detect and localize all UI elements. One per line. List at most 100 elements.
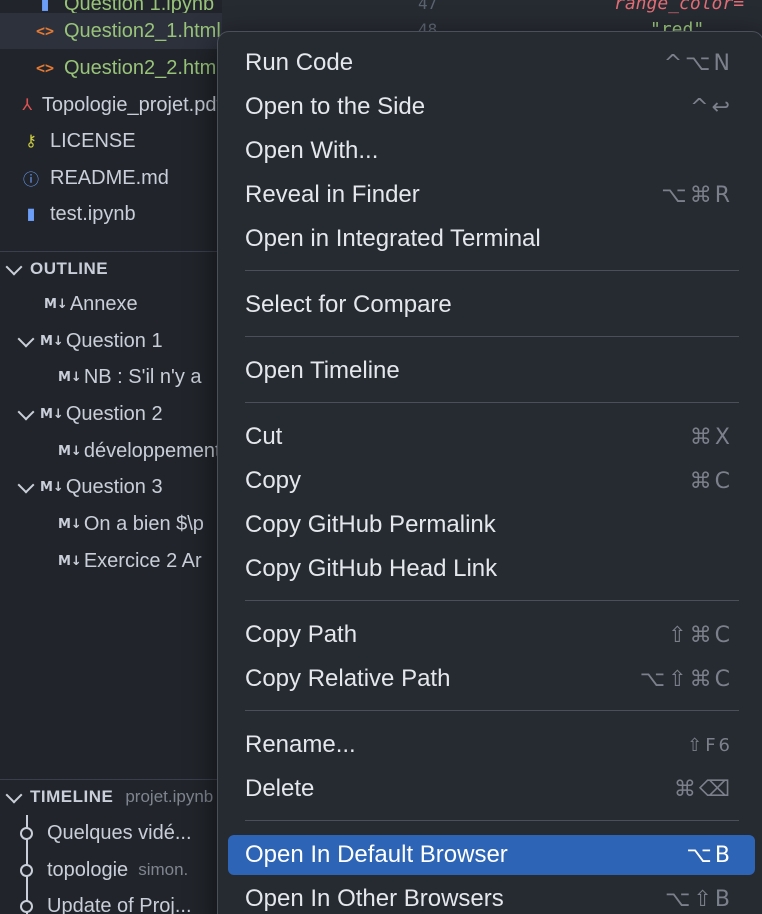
menu-item-label: Open in Integrated Terminal	[245, 225, 541, 252]
timeline-title: TIMELINE	[30, 787, 114, 806]
menu-item-label: Open In Other Browsers	[245, 885, 504, 912]
file-item[interactable]: ▮ test.ipynb	[0, 196, 222, 232]
file-item[interactable]: <> Question2_1.html	[0, 13, 222, 49]
menu-item-open-to-side[interactable]: Open to the Side ^↩	[228, 87, 755, 127]
menu-item-reveal-in-finder[interactable]: Reveal in Finder ⌥⌘R	[228, 175, 755, 215]
file-name: test.ipynb	[50, 202, 136, 225]
menu-item-copy[interactable]: Copy ⌘C	[228, 461, 755, 501]
menu-item-label: Copy Relative Path	[245, 665, 451, 692]
menu-item-cut[interactable]: Cut ⌘X	[228, 417, 755, 457]
notebook-icon: ▮	[40, 0, 50, 13]
outline-item[interactable]: M↓ Question 3	[0, 469, 222, 505]
menu-item-copy-github-permalink[interactable]: Copy GitHub Permalink	[228, 505, 755, 545]
timeline-author: simon.	[138, 860, 189, 879]
markdown-icon: M↓	[44, 296, 68, 312]
menu-item-copy-github-head-link[interactable]: Copy GitHub Head Link	[228, 549, 755, 589]
markdown-icon: M↓	[58, 553, 82, 569]
markdown-icon: M↓	[58, 443, 82, 459]
file-item[interactable]: <> Question2_2.html	[0, 50, 222, 86]
menu-item-shortcut: ⌥⇧B	[665, 886, 733, 912]
menu-item-open-with[interactable]: Open With...	[228, 131, 755, 171]
outline-label: développement	[83, 439, 221, 462]
chevron-down-icon	[5, 258, 23, 276]
file-item[interactable]: ⚷ LICENSE	[0, 123, 222, 159]
menu-item-label: Copy Path	[245, 621, 358, 648]
outline-item[interactable]: M↓ Question 2	[0, 396, 222, 432]
menu-item-shortcut: ⌘X	[689, 424, 733, 450]
menu-separator	[245, 820, 739, 821]
timeline-file: projet.ipynb	[125, 787, 214, 806]
markdown-icon: M↓	[40, 406, 64, 422]
chevron-down-icon	[5, 786, 23, 804]
menu-item-rename[interactable]: Rename... ⇧F6	[228, 725, 755, 765]
menu-separator	[245, 336, 739, 337]
menu-item-run-code[interactable]: Run Code ^⌥N	[228, 43, 755, 83]
file-name: LICENSE	[50, 129, 136, 152]
menu-item-label: Run Code	[245, 49, 354, 76]
menu-separator	[245, 402, 739, 403]
menu-item-open-timeline[interactable]: Open Timeline	[228, 351, 755, 391]
outline-title: OUTLINE	[30, 259, 109, 278]
timeline-header[interactable]: TIMELINE projet.ipynb	[0, 779, 222, 814]
file-name: Question2_2.html	[64, 56, 221, 79]
menu-item-shortcut: ⌥⌘R	[661, 182, 733, 208]
outline-header[interactable]: OUTLINE	[0, 251, 222, 286]
file-name: Topologie_projet.pdf	[41, 93, 222, 116]
notebook-icon: ▮	[26, 206, 36, 223]
markdown-icon: M↓	[58, 369, 82, 385]
file-item[interactable]: ⅄ Topologie_projet.pdf	[0, 87, 222, 123]
html-icon: <>	[35, 59, 55, 77]
outline-label: NB : S'il n'y a	[83, 365, 202, 388]
commit-dot-icon	[20, 899, 33, 913]
vscode-window: 47 48 range_color= "red" ▮ Question 1.ip…	[0, 0, 762, 914]
menu-item-label: Copy GitHub Permalink	[245, 511, 496, 538]
menu-item-delete[interactable]: Delete ⌘⌫	[228, 769, 755, 809]
timeline-item[interactable]: Quelques vidé...	[0, 815, 222, 851]
menu-item-select-for-compare[interactable]: Select for Compare	[228, 285, 755, 325]
menu-item-open-in-terminal[interactable]: Open in Integrated Terminal	[228, 219, 755, 259]
commit-dot-icon	[20, 863, 33, 877]
code-fragment: range_color=	[614, 0, 745, 14]
timeline-item[interactable]: topologie simon.	[0, 852, 222, 888]
outline-item[interactable]: M↓ On a bien $\p	[0, 506, 222, 542]
outline-item[interactable]: M↓ Annexe	[0, 286, 222, 322]
timeline-item[interactable]: Update of Proj...	[0, 888, 222, 914]
chevron-down-icon	[17, 403, 35, 421]
info-icon: ⓘ	[22, 172, 39, 189]
menu-item-copy-relative-path[interactable]: Copy Relative Path ⌥⇧⌘C	[228, 659, 755, 699]
file-name: Question2_1.html	[64, 19, 221, 42]
menu-item-open-in-other-browsers[interactable]: Open In Other Browsers ⌥⇧B	[228, 879, 755, 914]
menu-item-copy-path[interactable]: Copy Path ⇧⌘C	[228, 615, 755, 655]
menu-item-label: Open to the Side	[245, 93, 426, 120]
license-icon: ⚷	[25, 133, 37, 150]
markdown-icon: M↓	[40, 333, 64, 349]
timeline-label: Update of Proj...	[47, 894, 192, 914]
outline-item[interactable]: M↓ développement	[0, 433, 222, 469]
outline-item[interactable]: M↓ Question 1	[0, 323, 222, 359]
outline-item[interactable]: M↓ Exercice 2 Ar	[0, 543, 222, 579]
outline-label: Question 1	[65, 329, 163, 352]
menu-item-label: Select for Compare	[245, 291, 452, 318]
context-menu: Run Code ^⌥N Open to the Side ^↩ Open Wi…	[217, 31, 762, 914]
markdown-icon: M↓	[58, 516, 82, 532]
menu-item-shortcut: ⌥B	[686, 842, 733, 868]
menu-item-shortcut: ^⌥N	[663, 50, 733, 76]
menu-separator	[245, 600, 739, 601]
line-number: 47	[418, 0, 438, 13]
outline-item[interactable]: M↓ NB : S'il n'y a	[0, 359, 222, 395]
menu-item-shortcut: ⇧⌘C	[668, 622, 733, 648]
menu-item-open-in-default-browser[interactable]: Open In Default Browser ⌥B	[228, 835, 755, 875]
chevron-down-icon	[17, 476, 35, 494]
markdown-icon: M↓	[40, 479, 64, 495]
menu-item-label: Copy GitHub Head Link	[245, 555, 498, 582]
menu-separator	[245, 270, 739, 271]
sidebar: ▮ Question 1.ipynb <> Question2_1.html <…	[0, 0, 222, 914]
menu-item-shortcut: ⌘C	[689, 468, 733, 494]
menu-item-label: Open With...	[245, 137, 379, 164]
file-name: README.md	[50, 166, 169, 189]
timeline-label: topologie	[47, 858, 129, 881]
file-item[interactable]: ⓘ README.md	[0, 160, 222, 196]
chevron-down-icon	[17, 330, 35, 348]
menu-item-label: Delete	[245, 775, 315, 802]
menu-item-shortcut: ⌥⇧⌘C	[639, 666, 733, 692]
